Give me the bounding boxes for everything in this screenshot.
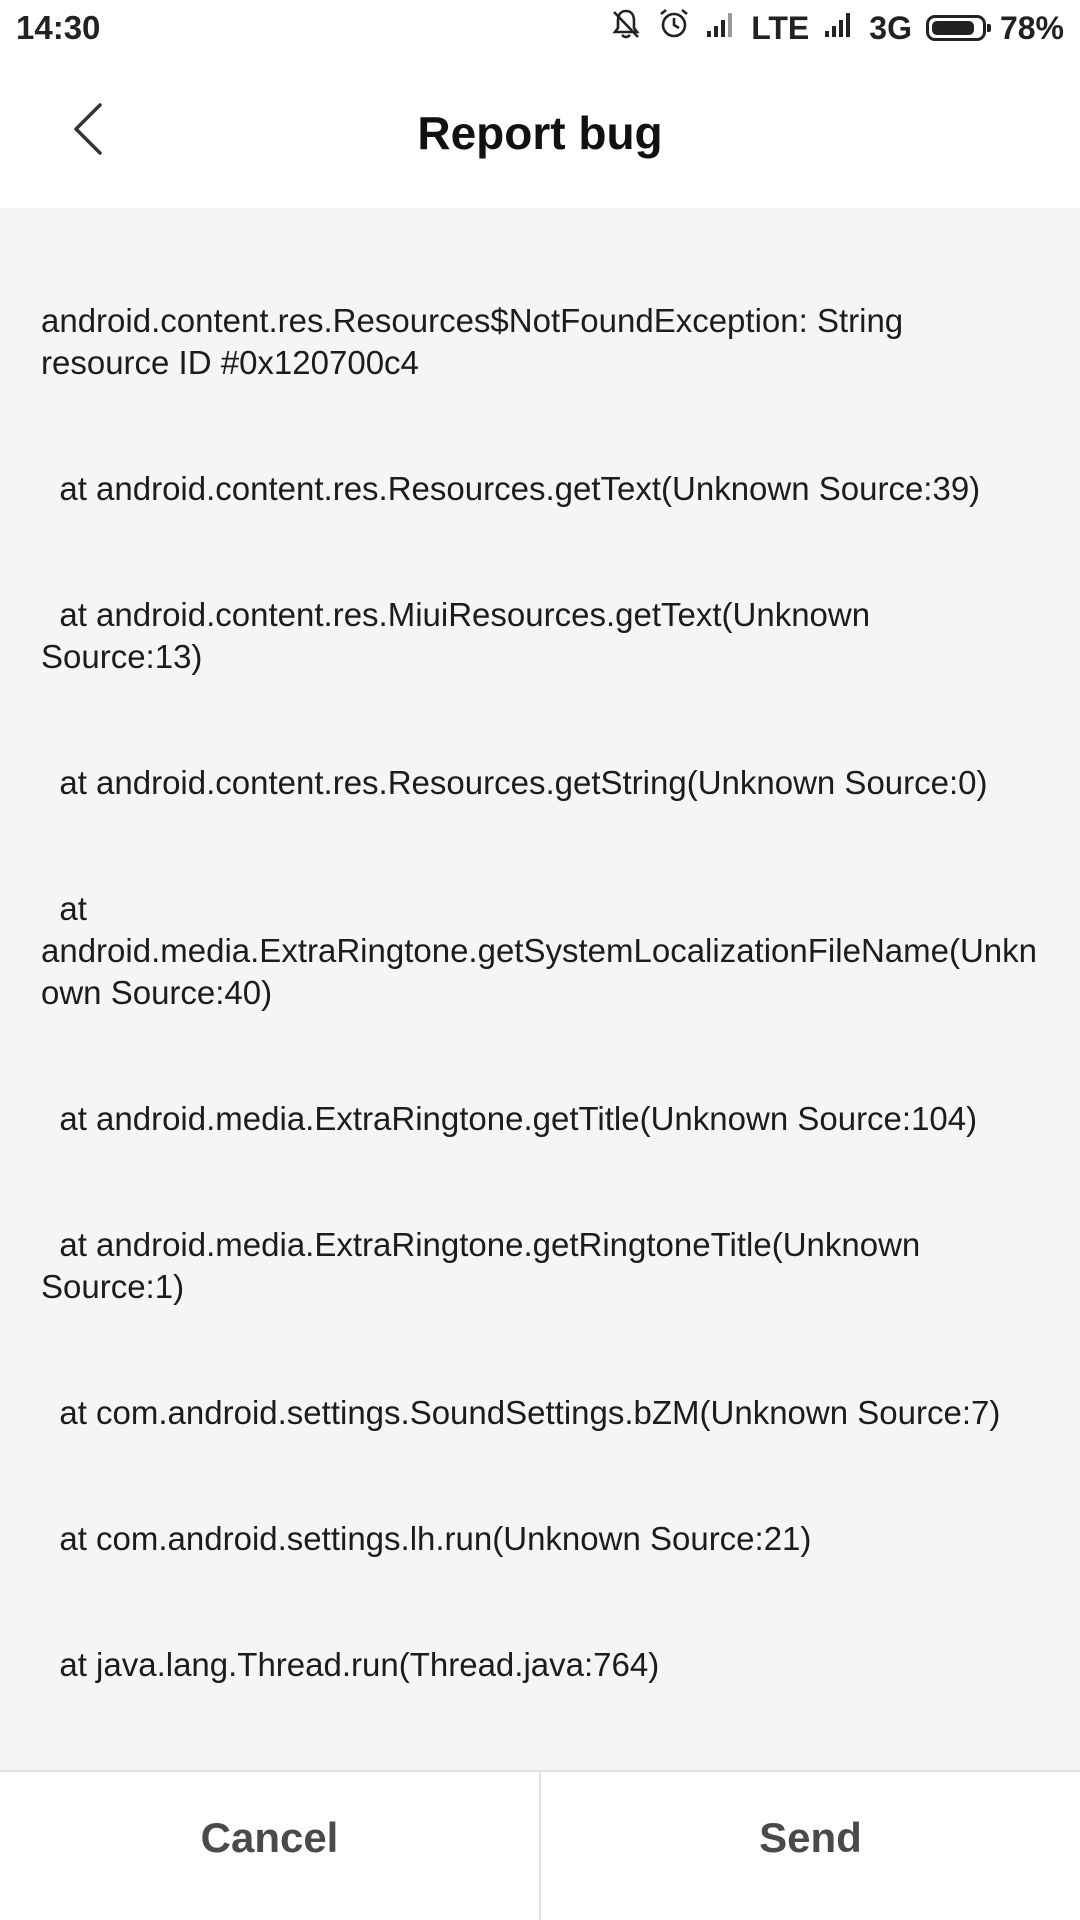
title-bar: Report bug bbox=[0, 56, 1080, 208]
stack-trace-line: at android.media.ExtraRingtone.getRingto… bbox=[41, 1226, 930, 1305]
network-type-2: 3G bbox=[869, 9, 912, 46]
cancel-button[interactable]: Cancel bbox=[0, 1772, 539, 1920]
stack-trace-line: at java.lang.Thread.run(Thread.java:764) bbox=[41, 1646, 660, 1683]
send-button[interactable]: Send bbox=[541, 1772, 1080, 1920]
battery-icon bbox=[925, 15, 991, 41]
stack-trace-line: at com.android.settings.SoundSettings.bZ… bbox=[41, 1394, 1001, 1431]
network-type-1: LTE bbox=[751, 9, 810, 46]
signal-icon bbox=[705, 9, 737, 47]
bug-report-content[interactable]: android.content.res.Resources$NotFoundEx… bbox=[0, 208, 1080, 1770]
stack-trace-line: at android.content.res.Resources.getStri… bbox=[41, 764, 988, 801]
signal-icon bbox=[823, 9, 855, 47]
alarm-icon bbox=[657, 7, 691, 49]
status-time: 14:30 bbox=[16, 9, 101, 46]
status-bar: 14:30 LTE 3G 78% bbox=[0, 0, 1080, 56]
stack-trace-line: android.content.res.Resources$NotFoundEx… bbox=[41, 302, 913, 381]
status-icons: LTE 3G 78% bbox=[609, 7, 1064, 49]
stack-trace-line: at android.content.res.MiuiResources.get… bbox=[41, 596, 880, 675]
stack-trace-line: at android.content.res.Resources.getText… bbox=[41, 470, 981, 507]
stack-trace-text: android.content.res.Resources$NotFoundEx… bbox=[41, 216, 1039, 1770]
action-bar: Cancel Send bbox=[0, 1770, 1080, 1920]
stack-trace-line: at android.media.ExtraRingtone.getTitle(… bbox=[41, 1100, 978, 1137]
stack-trace-line: at com.android.settings.lh.run(Unknown S… bbox=[41, 1520, 812, 1557]
bell-muted-icon bbox=[609, 7, 643, 49]
stack-trace-line: at android.media.ExtraRingtone.getSystem… bbox=[41, 890, 1037, 1011]
page-title: Report bug bbox=[417, 107, 663, 159]
battery-percent: 78% bbox=[999, 9, 1064, 46]
